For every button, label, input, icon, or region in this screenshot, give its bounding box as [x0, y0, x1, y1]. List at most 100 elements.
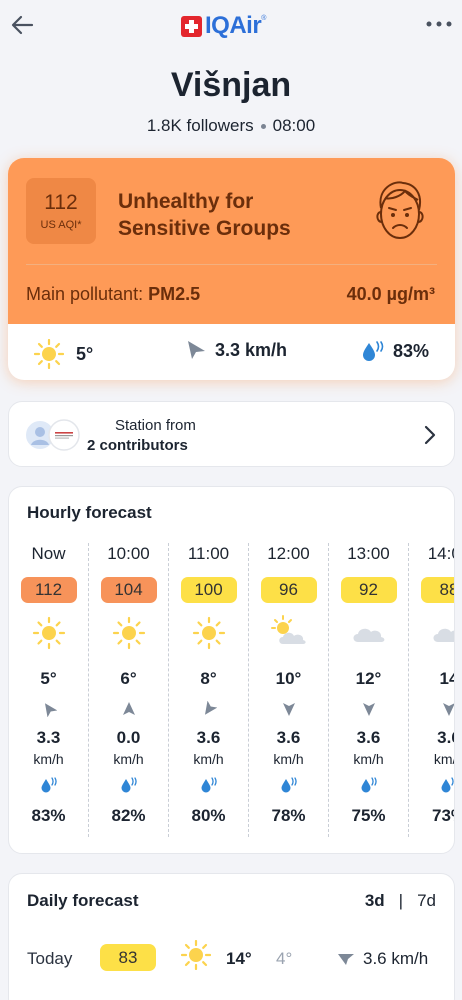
humidity-icon [41, 777, 57, 793]
hour-wind-unit: km/h [353, 751, 384, 767]
day-wind: 3.6 km/h [337, 949, 428, 969]
aqi-card[interactable]: 112 US AQI* Unhealthy for Sensitive Grou… [8, 158, 455, 380]
hour-wind-speed: 3.3 [36, 728, 61, 747]
main-pollutant-value: PM2.5 [148, 284, 201, 304]
wind-direction-icon [338, 954, 354, 965]
cloud-icon [353, 628, 384, 642]
sun-icon [181, 940, 211, 970]
logo-trademark: ® [261, 15, 267, 22]
hour-time: 12:00 [267, 544, 310, 563]
aqi-status: Unhealthy for Sensitive Groups [118, 190, 291, 240]
humidity-icon [281, 777, 297, 793]
hourly-item: 14:00 88 14 3.6 km/h 73% [409, 543, 454, 837]
sad-face-icon [376, 181, 424, 239]
local-time: 08:00 [272, 116, 316, 135]
day-label: Today [27, 949, 73, 968]
forecast-range-toggle: 3d | 7d [365, 891, 436, 911]
location-meta: 1.8K followers 08:00 [0, 116, 462, 136]
daily-forecast-title: Daily forecast [27, 891, 139, 910]
wind-direction-icon [443, 703, 454, 716]
hour-temp: 5° [40, 669, 57, 688]
contributor-avatars [24, 419, 80, 451]
aqi-header: 112 US AQI* Unhealthy for Sensitive Grou… [8, 158, 455, 324]
city-name: Višnjan [170, 66, 292, 104]
wind-direction-icon [44, 703, 57, 718]
pollutant-concentration: 40.0 µg/m³ [346, 284, 435, 304]
hourly-item: Now 112 5° 3.3 km/h 83% [9, 543, 89, 837]
wind-direction-icon [282, 703, 295, 716]
hour-aqi-badge: 88 [421, 577, 454, 603]
hour-temp: 8° [200, 669, 217, 688]
hour-temp: 10° [275, 669, 302, 688]
more-options-icon[interactable] [424, 14, 454, 34]
station-card[interactable]: Station from 2 contributors [8, 401, 455, 467]
daily-forecast-card[interactable]: Daily forecast 3d | 7d Today 83 14° 4° 3… [8, 873, 455, 1000]
sun-icon [32, 616, 65, 650]
range-3d-button[interactable]: 3d [365, 891, 385, 911]
hour-aqi-badge: 104 [100, 577, 157, 603]
sun-icon [192, 616, 225, 650]
wind-direction-icon [204, 700, 217, 715]
partly-cloudy-icon [270, 615, 306, 644]
hour-humidity: 75% [351, 806, 386, 825]
iqair-logo: IQAir ® [181, 12, 267, 39]
humidity-icon [201, 777, 217, 793]
daily-row[interactable]: Today 83 14° 4° 3.6 km/h [9, 940, 456, 974]
cloud-icon [433, 628, 454, 642]
hour-wind-speed: 3.6 [196, 728, 221, 747]
hour-wind-speed: 3.6 [437, 728, 454, 747]
station-contributors: 2 contributors [87, 437, 188, 454]
hour-time: 11:00 [187, 544, 230, 563]
aqi-value-box: 112 US AQI* [26, 178, 96, 244]
hourly-forecast-card[interactable]: Hourly forecast Now 112 5° 3.3 km/h 83% 10:00 1… [8, 486, 455, 854]
humidity-icon [441, 777, 454, 793]
hourly-item: 13:00 92 12° 3.6 km/h 75% [329, 543, 409, 837]
hour-humidity: 78% [271, 806, 306, 825]
hour-humidity: 80% [191, 806, 226, 825]
hour-time: Now [31, 544, 66, 563]
humidity-value: 83% [393, 340, 430, 361]
current-weather-row: 5° 3.3 km/h 83% [8, 324, 455, 380]
main-pollutant-label: Main pollutant: [26, 284, 144, 304]
hourly-item: 10:00 104 6° 0.0 km/h 82% [89, 543, 169, 837]
day-wind-value: 3.6 km/h [363, 949, 429, 968]
hour-wind-speed: 0.0 [116, 728, 141, 747]
current-wind: 3.3 km/h [185, 339, 287, 361]
current-humidity: 83% [361, 339, 429, 363]
hourly-forecast-title: Hourly forecast [27, 503, 152, 522]
hour-aqi-badge: 92 [340, 577, 397, 603]
day-low-temp: 4° [276, 949, 293, 968]
hourly-item: 11:00 100 8° 3.6 km/h 80% [169, 543, 249, 837]
humidity-icon [361, 777, 377, 793]
hour-wind-speed: 3.6 [356, 728, 381, 747]
back-arrow-icon[interactable] [8, 10, 38, 40]
hour-wind-unit: km/h [113, 751, 144, 767]
swiss-flag-icon [181, 15, 202, 37]
sun-icon [112, 616, 145, 650]
hour-wind-unit: km/h [193, 751, 224, 767]
hour-aqi-badge: 96 [260, 577, 317, 603]
aqi-value: 112 [44, 191, 78, 214]
hour-time: 10:00 [107, 544, 150, 563]
day-high-temp: 14° [226, 949, 252, 968]
hour-temp: 6° [120, 669, 137, 688]
logo-text: IQAir [205, 12, 262, 39]
hour-humidity: 82% [111, 806, 146, 825]
hour-temp: 12° [355, 669, 382, 688]
hour-time: 13:00 [347, 544, 390, 563]
divider [26, 264, 437, 265]
wind-direction-icon [362, 703, 375, 716]
hour-aqi-badge: 100 [180, 577, 237, 603]
hour-temp: 14 [439, 669, 454, 688]
hour-wind-unit: km/h [33, 751, 64, 767]
station-title: Station from [115, 417, 196, 434]
followers-count[interactable]: 1.8K followers [147, 116, 254, 135]
current-temperature: 5° [34, 339, 93, 369]
hour-wind-speed: 3.6 [276, 728, 301, 747]
temperature-value: 5° [76, 343, 94, 364]
hour-wind-unit: km/h [273, 751, 304, 767]
wind-direction-icon [122, 702, 135, 715]
humidity-icon [363, 341, 384, 361]
aqi-unit: US AQI* [40, 219, 82, 231]
range-7d-button[interactable]: 7d [417, 891, 436, 911]
